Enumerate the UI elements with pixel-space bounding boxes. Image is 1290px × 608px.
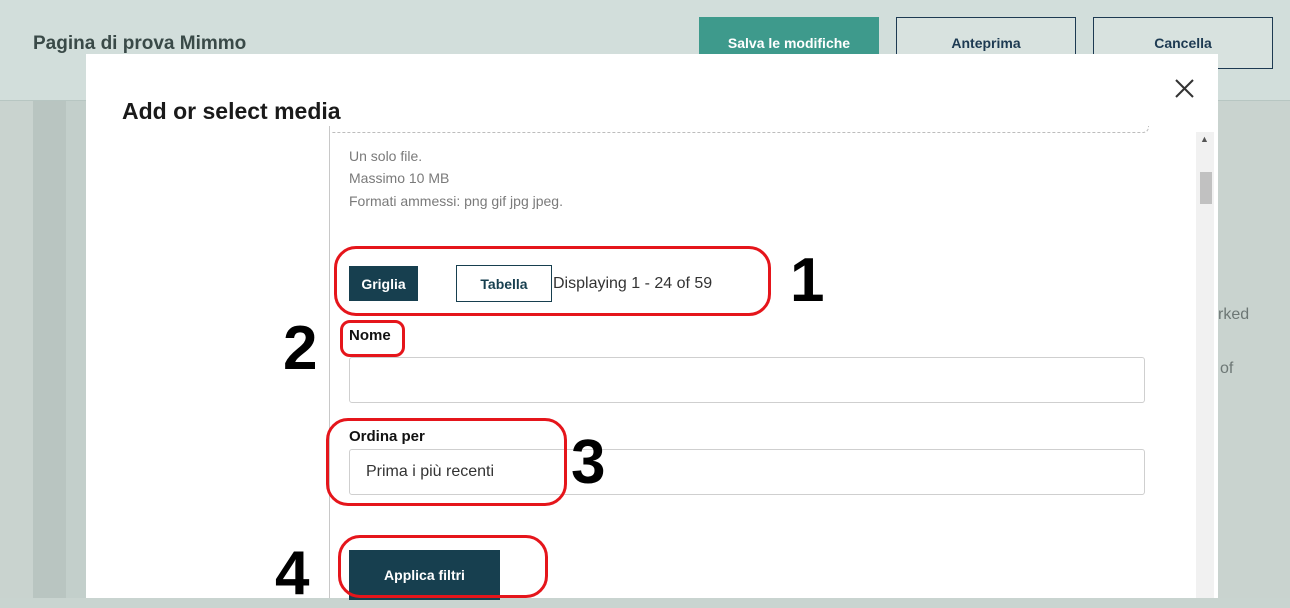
annotation-box-3 <box>326 418 567 506</box>
close-icon[interactable] <box>1172 76 1198 102</box>
annotation-box-4 <box>338 535 548 598</box>
upload-dropzone-edge <box>332 126 1149 133</box>
annotation-number-1: 1 <box>790 246 825 315</box>
upload-info-line: Un solo file. <box>349 148 423 164</box>
annotation-number-4: 4 <box>275 539 310 608</box>
page-sidebar-stripe-inner <box>66 101 86 598</box>
background-text-fragment: of <box>1220 360 1234 377</box>
dialog-title: Add or select media <box>122 98 341 124</box>
media-dialog: Add or select media Un solo file. Massim… <box>86 54 1218 600</box>
upload-info-line: Formati ammessi: png gif jpg jpeg. <box>349 193 563 209</box>
annotation-box-2 <box>340 320 405 357</box>
page-title: Pagina di prova Mimmo <box>33 33 247 54</box>
name-filter-input[interactable] <box>349 357 1145 403</box>
annotation-number-3: 3 <box>571 428 606 497</box>
page-sidebar-stripe <box>33 101 66 598</box>
scroll-up-arrow-icon[interactable]: ▲ <box>1200 134 1209 144</box>
annotation-box-1 <box>334 246 771 316</box>
scrollbar-thumb[interactable] <box>1200 172 1212 204</box>
annotation-number-2: 2 <box>283 314 318 383</box>
upload-info-line: Massimo 10 MB <box>349 170 450 186</box>
background-text-fragment: rked <box>1218 306 1250 323</box>
content-divider <box>329 126 330 598</box>
